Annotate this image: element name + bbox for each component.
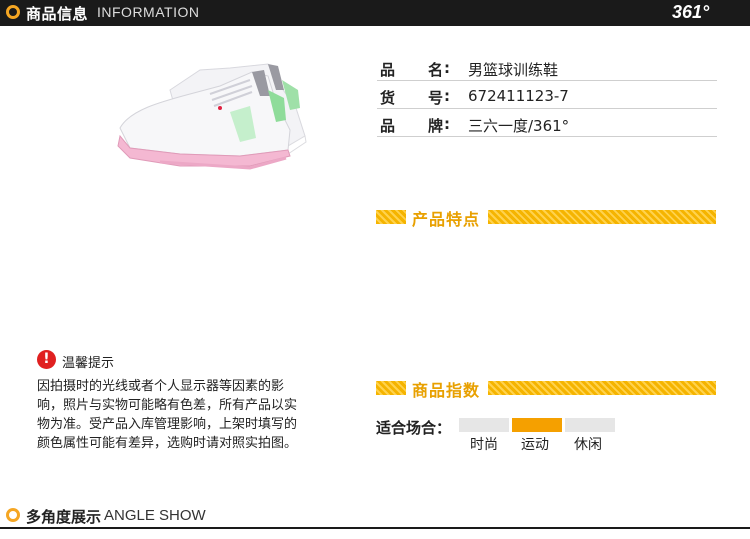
info-colon: :: [444, 87, 450, 105]
product-image: [117, 63, 307, 170]
info-value-brand: 三六一度/361°: [468, 117, 570, 135]
notice-title: 温馨提示: [62, 356, 115, 371]
info-key-part1: 品: [380, 61, 396, 79]
info-colon: :: [444, 115, 450, 133]
brand-logo: 361°: [672, 2, 710, 22]
occasion-option-casual: 休闲: [574, 437, 602, 453]
info-key-part1: 货: [380, 89, 396, 107]
occasion-option-sport: 运动: [521, 437, 549, 453]
info-key-part2: 号: [428, 89, 444, 107]
info-colon: :: [444, 59, 450, 77]
exclamation-icon: !: [37, 350, 56, 369]
stripe-right: [488, 381, 716, 395]
occasion-box-casual: [565, 418, 615, 432]
stripe-left: [376, 210, 406, 224]
section-features-label: 产品特点: [412, 210, 481, 229]
divider-line: [0, 527, 750, 529]
notice-text: 因拍摄时的光线或者个人显示器等因素的影响，照片与实物可能略有色差，所有产品以实物…: [37, 379, 298, 451]
occasion-label: 适合场合：: [376, 419, 452, 437]
stripe-right: [488, 210, 716, 224]
occasion-option-fashion: 时尚: [470, 437, 498, 453]
info-value-sku: 672411123-7: [468, 87, 569, 105]
info-key-part2: 名: [428, 61, 444, 79]
info-key-part1: 品: [380, 117, 396, 135]
circle-icon: [6, 508, 20, 522]
info-value-name: 男篮球训练鞋: [468, 61, 559, 79]
info-row-name: 品 名 : 男篮球训练鞋: [377, 53, 717, 81]
angle-show-subtitle: ANGLE SHOW: [104, 507, 206, 524]
occasion-box-fashion: [459, 418, 509, 432]
section-index-label: 商品指数: [412, 381, 481, 400]
info-row-sku: 货 号 : 672411123-7: [377, 81, 717, 109]
stripe-left: [376, 381, 406, 395]
info-key-part2: 牌: [428, 117, 444, 135]
header-bar: 商品信息 INFORMATION 361°: [0, 0, 750, 26]
header-subtitle: INFORMATION: [97, 4, 200, 20]
angle-show-header: 多角度展示 ANGLE SHOW: [0, 500, 750, 530]
angle-show-title: 多角度展示: [26, 508, 102, 526]
circle-icon: [6, 5, 20, 19]
info-row-brand: 品 牌 : 三六一度/361°: [377, 109, 717, 137]
section-features: 产品特点: [376, 210, 716, 229]
section-index: 商品指数: [376, 381, 716, 400]
header-title: 商品信息: [26, 5, 89, 23]
occasion-box-sport: [512, 418, 562, 432]
